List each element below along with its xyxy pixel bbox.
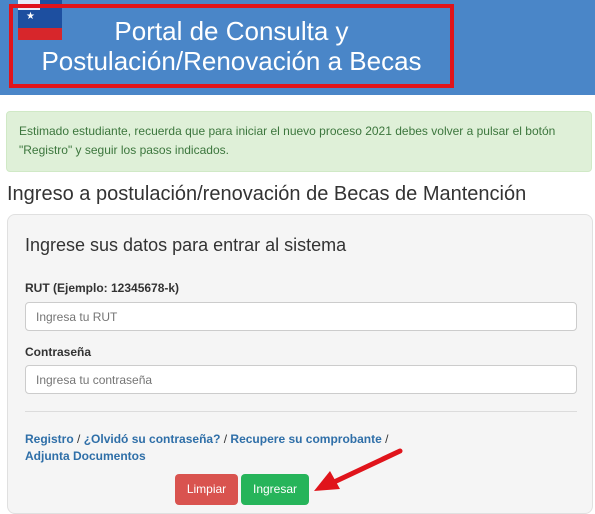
- rut-label: RUT (Ejemplo: 12345678-k): [25, 281, 180, 295]
- highlighted-title-box: Portal de Consulta y Postulación/Renovac…: [9, 4, 454, 88]
- portal-title: Portal de Consulta y Postulación/Renovac…: [41, 16, 421, 76]
- page-title: Ingreso a postulación/renovación de Beca…: [7, 183, 527, 205]
- recover-receipt-link[interactable]: Recupere su comprobante: [230, 432, 381, 446]
- link-separator: /: [220, 432, 231, 446]
- login-panel: Ingrese sus datos para entrar al sistema…: [7, 214, 593, 514]
- login-button[interactable]: Ingresar: [241, 474, 309, 505]
- red-arrow-icon: [314, 448, 403, 491]
- divider: [25, 411, 577, 412]
- link-separator: /: [73, 432, 84, 446]
- registro-link[interactable]: Registro: [25, 432, 74, 446]
- rut-input[interactable]: [25, 302, 577, 331]
- info-alert: Estimado estudiante, recuerda que para i…: [6, 111, 592, 172]
- forgot-password-link[interactable]: ¿Olvidó su contraseña?: [84, 432, 221, 446]
- clear-button[interactable]: Limpiar: [175, 474, 238, 505]
- portal-title-line-2: Postulación/Renovación a Becas: [41, 46, 422, 76]
- help-links: Registro / ¿Olvidó su contraseña? / Recu…: [25, 431, 585, 465]
- alert-text-line-1: Estimado estudiante, recuerda que para i…: [19, 124, 556, 138]
- attach-documents-link[interactable]: Adjunta Documentos: [25, 449, 146, 463]
- form-title: Ingrese sus datos para entrar al sistema: [25, 235, 347, 255]
- link-separator: /: [381, 432, 389, 446]
- header-banner: ★ Portal de Consulta y Postulación/Renov…: [0, 0, 595, 95]
- password-input[interactable]: [25, 365, 577, 394]
- password-label: Contraseña: [25, 345, 92, 359]
- alert-text-line-2: "Registro" y seguir los pasos indicados.: [19, 143, 229, 157]
- portal-title-line-1: Portal de Consulta y: [114, 16, 349, 46]
